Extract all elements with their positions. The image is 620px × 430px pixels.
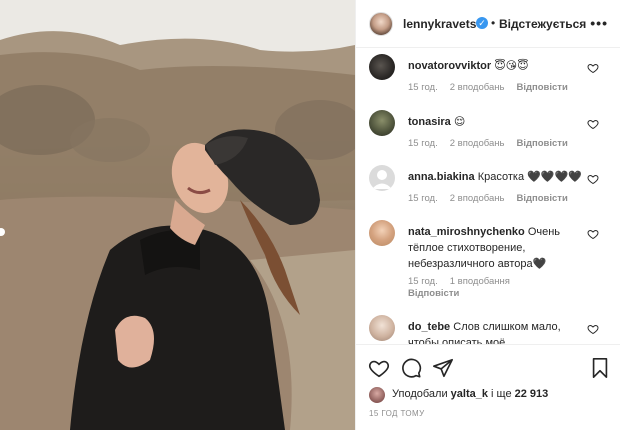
liker-username[interactable]: yalta_k — [451, 388, 488, 400]
comment-username[interactable]: anna.biakina — [408, 171, 475, 183]
verified-badge-icon: ✓ — [476, 17, 488, 29]
comment-meta: 15 год. 2 вподобань Відповісти — [408, 193, 580, 204]
commenter-avatar[interactable] — [369, 110, 395, 136]
comment-likes[interactable]: 2 вподобань — [450, 138, 505, 149]
post-timestamp[interactable]: 15 ГОД ТОМУ — [369, 409, 425, 418]
comments-list[interactable]: novatorovviktor 😇😘😇 15 год. 2 вподобань Ві… — [356, 48, 620, 344]
post-photo-illustration — [0, 0, 355, 430]
comment-text: novatorovviktor 😇😘😇 — [408, 58, 586, 74]
commenter-avatar[interactable] — [369, 315, 395, 341]
comment-username[interactable]: novatorovviktor — [408, 60, 491, 72]
reply-button[interactable]: Відповісти — [516, 193, 567, 204]
comment-text: tonasira 😌 — [408, 114, 586, 130]
comment-body: 😇😘😇 — [494, 60, 529, 72]
comment-meta: 15 год. 2 вподобань Відповісти — [408, 138, 580, 149]
commenter-avatar[interactable] — [369, 220, 395, 246]
comment-likes[interactable]: 2 вподобань — [450, 82, 505, 93]
author-username[interactable]: lennykravets — [403, 17, 476, 31]
comment-time[interactable]: 15 год. — [408, 82, 438, 93]
commenter-avatar-placeholder[interactable] — [369, 165, 395, 191]
post-header: lennykravets ✓ • Відстежується ••• — [356, 0, 620, 48]
comment-time[interactable]: 15 год. — [408, 138, 438, 149]
comment-likes[interactable]: 2 вподобань — [450, 193, 505, 204]
heart-icon[interactable] — [368, 357, 390, 379]
author-avatar[interactable] — [369, 12, 393, 36]
comment-likes[interactable]: 1 вподобання — [450, 276, 510, 287]
post-side-panel: lennykravets ✓ • Відстежується ••• novat… — [355, 0, 620, 430]
comment-like-heart-icon[interactable] — [587, 228, 599, 240]
comment-text: anna.biakina Красотка 🖤🖤🖤🖤 — [408, 169, 586, 185]
header-separator: • — [491, 16, 496, 30]
comment-body: 😌 — [453, 116, 466, 128]
liker-avatar[interactable] — [369, 387, 385, 403]
comment-text: nata_miroshnychenko Очень тёплое стихотв… — [408, 224, 586, 272]
comment-username[interactable]: tonasira — [408, 116, 451, 128]
likes-prefix: Уподобали — [392, 388, 448, 400]
comment-like-heart-icon[interactable] — [587, 173, 599, 185]
commenter-avatar[interactable] — [369, 54, 395, 80]
post-actions: Уподобали yalta_k і ще 22 913 15 ГОД ТОМ… — [356, 344, 620, 430]
comment-meta: 15 год. 1 вподобання — [408, 276, 522, 287]
post-photo[interactable] — [0, 0, 355, 430]
share-icon[interactable] — [432, 357, 454, 379]
comment-time[interactable]: 15 год. — [408, 276, 438, 287]
more-options-icon[interactable]: ••• — [590, 15, 608, 31]
default-avatar-icon — [372, 170, 392, 189]
reply-button[interactable]: Відповісти — [408, 288, 459, 299]
comment-time[interactable]: 15 год. — [408, 193, 438, 204]
reply-button[interactable]: Відповісти — [516, 82, 567, 93]
comment-meta: 15 год. 2 вподобань Відповісти — [408, 82, 580, 93]
following-button[interactable]: Відстежується — [499, 17, 586, 31]
comment-username[interactable]: do_tebe — [408, 321, 450, 333]
comment-username[interactable]: nata_miroshnychenko — [408, 226, 525, 238]
likes-text: Уподобали yalta_k і ще 22 913 — [392, 388, 548, 400]
likes-count[interactable]: 22 913 — [515, 388, 549, 400]
comment-text: do_tebe Слов слишком мало, чтобы описать… — [408, 319, 586, 344]
comment-like-heart-icon[interactable] — [587, 118, 599, 130]
comment-icon[interactable] — [400, 357, 422, 379]
comment-body: Красотка 🖤🖤🖤🖤 — [477, 171, 582, 183]
bookmark-icon[interactable] — [589, 357, 611, 379]
likes-middle: і ще — [491, 388, 512, 400]
comment-like-heart-icon[interactable] — [587, 323, 599, 335]
reply-button[interactable]: Відповісти — [516, 138, 567, 149]
comment-like-heart-icon[interactable] — [587, 62, 599, 74]
